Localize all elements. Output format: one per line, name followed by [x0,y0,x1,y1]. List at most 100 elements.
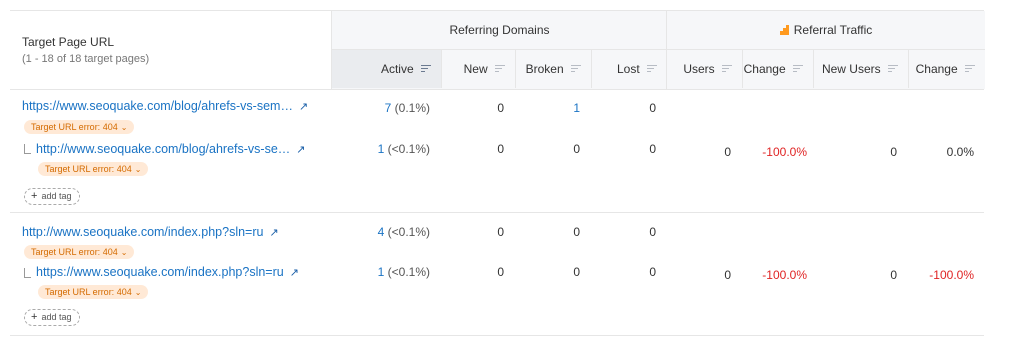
active-value[interactable]: 7 [385,101,392,115]
broken-count: 0 [573,265,580,279]
redirect-url-link[interactable]: http://www.seoquake.com/blog/ahrefs-vs-s… [36,142,306,156]
bar-chart-icon [779,25,789,35]
col-users[interactable]: Users [667,50,742,88]
chevron-down-icon: ⌄ [120,248,128,257]
lost-count: 0 [649,142,656,156]
active-value[interactable]: 1 [378,265,385,279]
referral-traffic-group: Referral Traffic Users Change New Users … [666,11,985,89]
redirect-url-text[interactable]: http://www.seoquake.com/blog/ahrefs-vs-s… [36,142,290,156]
lost-count: 0 [649,101,656,115]
sort-icon[interactable] [793,64,803,73]
badge-label: Target URL error: 404 [31,247,118,257]
external-link-icon[interactable]: ↗︎ [299,100,308,113]
new-users-value: 0 [890,145,897,159]
users-value: 0 [724,145,731,159]
table-header: Target Page URL (1 - 18 of 18 target pag… [10,10,985,90]
lost-count: 0 [649,265,656,279]
target-url-text[interactable]: https://www.seoquake.com/blog/ahrefs-vs-… [22,99,293,113]
chevron-down-icon: ⌄ [134,165,142,174]
external-link-icon[interactable]: ↗︎ [269,226,278,239]
col-active-label: Active [380,62,414,76]
referring-domains-group: Referring Domains Active New Broken Lost [331,11,667,89]
chevron-down-icon: ⌄ [134,288,142,297]
col-change-label: Change [743,62,786,76]
referring-domains-title: Referring Domains [332,11,667,50]
external-link-icon[interactable]: ↗︎ [296,143,305,156]
change-value: -100.0% [762,145,807,159]
referral-traffic-label: Referral Traffic [793,23,873,37]
table-row: https://www.seoquake.com/blog/ahrefs-vs-… [10,90,984,213]
sort-icon[interactable] [888,64,898,73]
target-count-label: (1 - 18 of 18 target pages) [22,53,150,65]
branch-line-icon [24,144,31,154]
active-count[interactable]: 1 (<0.1%) [331,142,430,156]
target-pages-table: Target Page URL (1 - 18 of 18 target pag… [10,10,985,336]
active-count[interactable]: 1 (<0.1%) [331,265,430,279]
col-change-2-label: Change [915,62,958,76]
col-change[interactable]: Change [742,50,813,88]
plus-icon: + [31,190,38,202]
lost-count: 0 [649,225,656,239]
col-new[interactable]: New [441,50,515,88]
sort-icon[interactable] [495,64,505,73]
target-url-error-badge[interactable]: Target URL error: 404 ⌄ [24,245,135,259]
broken-count[interactable]: 1 [514,101,580,115]
badge-label: Target URL error: 404 [45,287,132,297]
table-row: http://www.seoquake.com/index.php?sln=ru… [10,213,984,336]
col-new-label: New [463,62,488,76]
new-users-value: 0 [890,268,897,282]
target-url-error-badge[interactable]: Target URL error: 404 ⌄ [38,285,149,299]
sort-icon[interactable] [965,64,975,73]
active-value[interactable]: 4 [378,225,385,239]
new-count: 0 [497,265,504,279]
redirect-url-link[interactable]: https://www.seoquake.com/index.php?sln=r… [36,265,299,279]
col-broken[interactable]: Broken [515,50,591,88]
chevron-down-icon: ⌄ [120,123,128,132]
external-link-icon[interactable]: ↗︎ [290,266,299,279]
col-users-label: Users [683,62,715,76]
sort-icon[interactable] [722,64,732,73]
branch-line-icon [24,268,31,278]
sort-icon[interactable] [647,64,657,73]
add-tag-label: add tag [41,191,72,201]
change-value: -100.0% [762,268,807,282]
col-change-2[interactable]: Change [908,50,985,88]
active-count[interactable]: 4 (<0.1%) [331,225,430,239]
col-broken-label: Broken [525,62,564,76]
col-lost[interactable]: Lost [591,50,667,88]
new-count: 0 [497,225,504,239]
active-percent: (0.1%) [394,101,430,115]
target-url-header: Target Page URL (1 - 18 of 18 target pag… [10,11,331,89]
active-percent: (<0.1%) [387,225,430,239]
col-active[interactable]: Active [332,50,441,88]
users-value: 0 [724,268,731,282]
add-tag-button[interactable]: + add tag [24,188,81,205]
col-new-users-label: New Users [821,62,881,76]
active-value[interactable]: 1 [378,142,385,156]
broken-count: 0 [573,142,580,156]
target-url-error-badge[interactable]: Target URL error: 404 ⌄ [38,162,149,176]
plus-icon: + [31,311,38,323]
change-2-value: 0.0% [946,145,974,159]
broken-count: 0 [573,225,580,239]
target-url-error-badge[interactable]: Target URL error: 404 ⌄ [24,120,135,134]
new-count: 0 [497,101,504,115]
sort-icon[interactable] [571,64,581,73]
col-lost-label: Lost [616,62,640,76]
redirect-url-text[interactable]: https://www.seoquake.com/index.php?sln=r… [36,265,284,279]
target-url-link[interactable]: https://www.seoquake.com/blog/ahrefs-vs-… [22,99,308,113]
sort-icon[interactable] [421,64,431,73]
active-count[interactable]: 7 (0.1%) [331,101,430,115]
page: Target Page URL (1 - 18 of 18 target pag… [0,0,1010,339]
badge-label: Target URL error: 404 [31,122,118,132]
badge-label: Target URL error: 404 [45,164,132,174]
target-url-label: Target Page URL [22,35,115,49]
active-percent: (<0.1%) [387,142,430,156]
add-tag-button[interactable]: + add tag [24,309,81,326]
active-percent: (<0.1%) [387,265,430,279]
target-url-link[interactable]: http://www.seoquake.com/index.php?sln=ru… [22,225,279,239]
new-count: 0 [497,142,504,156]
col-new-users[interactable]: New Users [813,50,908,88]
target-url-text[interactable]: http://www.seoquake.com/index.php?sln=ru [22,225,263,239]
referral-traffic-title: Referral Traffic [667,11,985,50]
